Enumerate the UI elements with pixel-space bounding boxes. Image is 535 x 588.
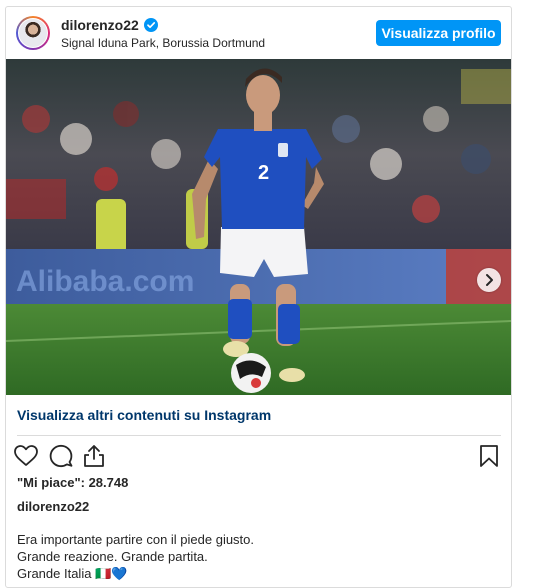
avatar-image bbox=[18, 18, 48, 48]
view-profile-button[interactable]: Visualizza profilo bbox=[376, 20, 501, 46]
verified-badge-icon bbox=[144, 18, 158, 32]
view-more-on-instagram-link[interactable]: Visualizza altri contenuti su Instagram bbox=[17, 407, 271, 423]
caption-line: Era importante partire con il piede gius… bbox=[17, 532, 255, 547]
instagram-embed-card: dilorenzo22 Signal Iduna Park, Borussia … bbox=[5, 6, 512, 588]
next-photo-button[interactable] bbox=[477, 268, 501, 292]
location-link[interactable]: Signal Iduna Park, Borussia Dortmund bbox=[61, 36, 265, 50]
heart-icon[interactable] bbox=[13, 443, 39, 469]
comment-icon[interactable] bbox=[48, 443, 74, 469]
bookmark-icon[interactable] bbox=[476, 443, 502, 469]
likes-count[interactable]: "Mi piace": 28.748 bbox=[17, 475, 128, 490]
caption-line: Grande reazione. Grande partita. bbox=[17, 549, 208, 564]
football-player-image: Alibaba.com 2 bbox=[6, 59, 511, 395]
post-photo[interactable]: Alibaba.com 2 bbox=[6, 59, 511, 395]
caption-line: Grande Italia 🇮🇹💙 bbox=[17, 566, 128, 581]
post-header: dilorenzo22 Signal Iduna Park, Borussia … bbox=[6, 7, 511, 59]
divider bbox=[17, 435, 501, 436]
avatar[interactable] bbox=[16, 16, 50, 50]
chevron-right-icon bbox=[486, 274, 493, 286]
caption-username[interactable]: dilorenzo22 bbox=[17, 499, 89, 514]
username-link[interactable]: dilorenzo22 bbox=[61, 17, 139, 33]
share-icon[interactable] bbox=[81, 443, 107, 469]
jersey-number: 2 bbox=[258, 162, 269, 184]
ad-board-text: Alibaba.com bbox=[16, 265, 194, 298]
